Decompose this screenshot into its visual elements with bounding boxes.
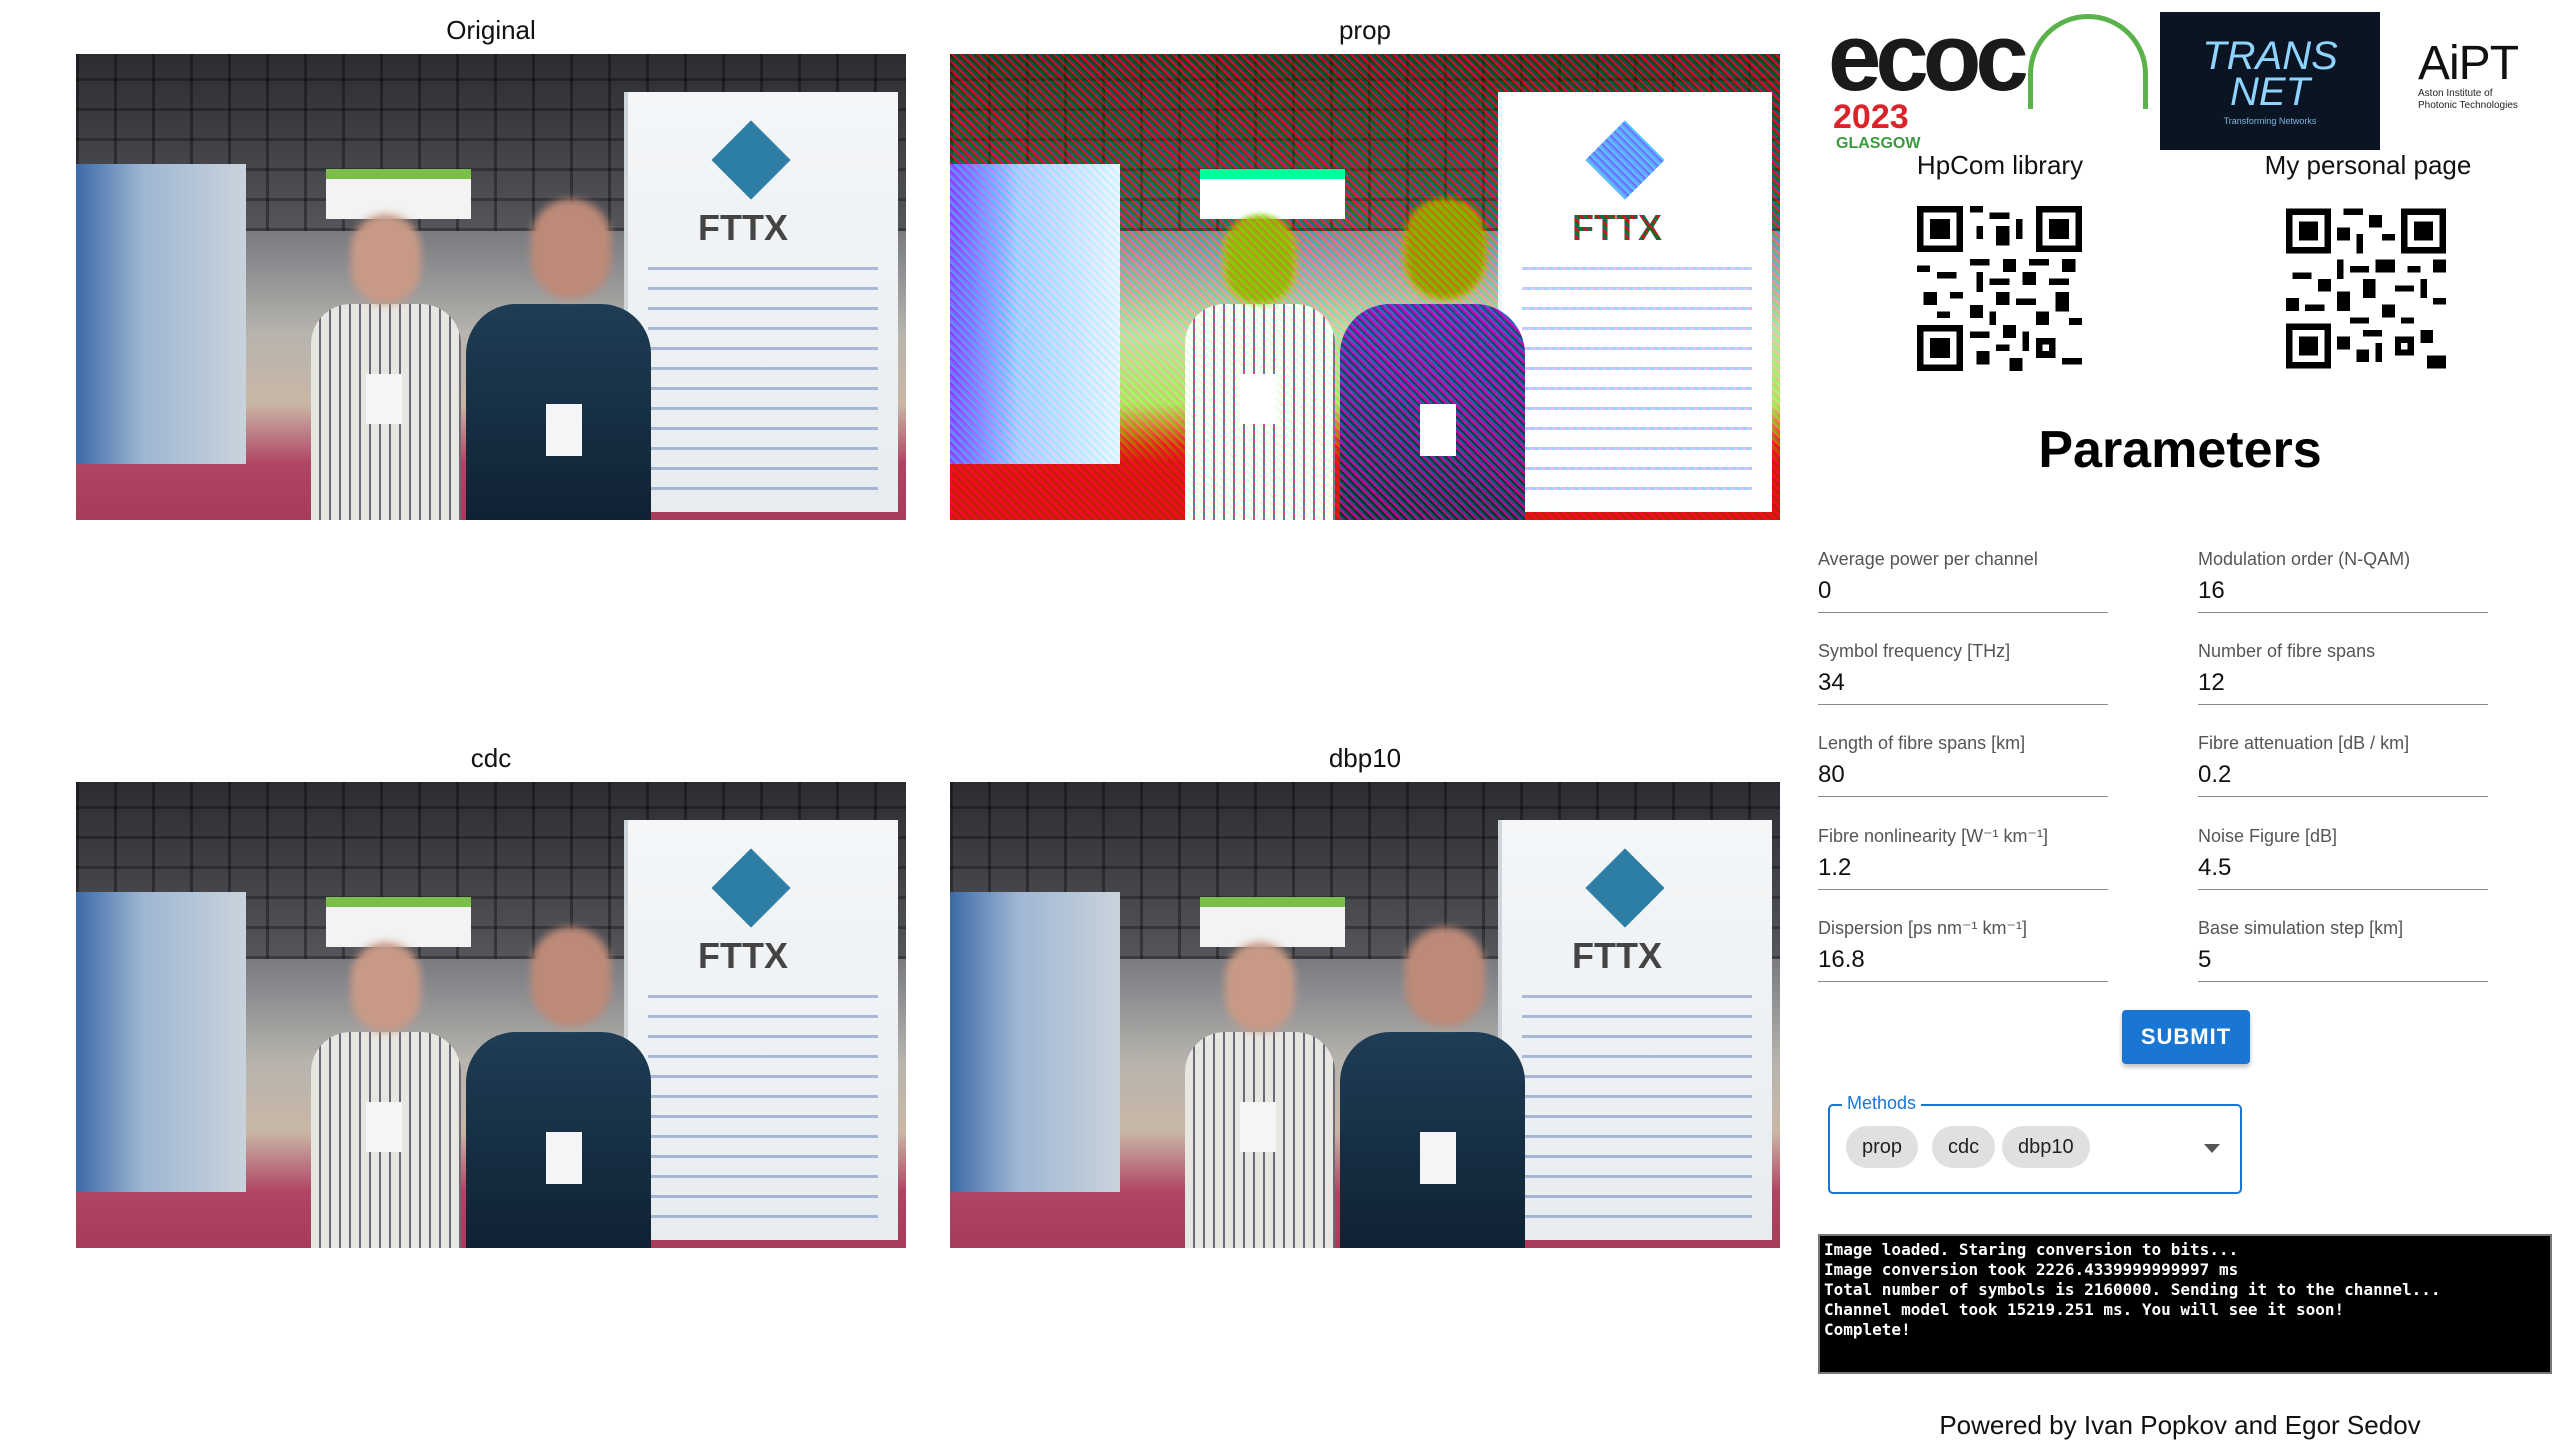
field-label: Base simulation step [km] bbox=[2198, 918, 2404, 938]
field-label: Fibre nonlinearity [W⁻¹ km⁻¹] bbox=[1818, 826, 2049, 846]
methods-select[interactable]: Methods prop cdc dbp10 bbox=[1828, 1093, 2242, 1194]
dispersion-field[interactable]: Dispersion [ps nm⁻¹ km⁻¹] 16.8 bbox=[1818, 917, 2108, 982]
modulation-order-field[interactable]: Modulation order (N-QAM) 16 bbox=[2198, 548, 2488, 613]
panel-title: cdc bbox=[470, 743, 512, 773]
console-log: Image loaded. Staring conversion to bits… bbox=[1818, 1234, 2552, 1374]
sponsor-logos: ecoc 2023 GLASGOW TRANS NET Transforming… bbox=[1828, 10, 2538, 155]
panel-original: Original FTTX bbox=[76, 14, 906, 520]
fibre-attenuation-field[interactable]: Fibre attenuation [dB / km] 0.2 bbox=[2198, 732, 2488, 797]
field-value[interactable]: 12 bbox=[2198, 662, 2488, 705]
field-label: Number of fibre spans bbox=[2198, 641, 2376, 661]
panel-title: prop bbox=[1338, 15, 1392, 45]
fibre-span-length-field[interactable]: Length of fibre spans [km] 80 bbox=[1818, 732, 2108, 797]
qr-label-personal: My personal page bbox=[2264, 150, 2472, 180]
transnet-logo-tagline: Transforming Networks bbox=[2223, 116, 2317, 126]
symbol-frequency-field[interactable]: Symbol frequency [THz] 34 bbox=[1818, 640, 2108, 705]
fibre-nonlinearity-field[interactable]: Fibre nonlinearity [W⁻¹ km⁻¹] 1.2 bbox=[1818, 825, 2108, 890]
original-image: FTTX bbox=[76, 54, 906, 520]
ecoc-logo-year: 2023 bbox=[1833, 98, 1909, 136]
method-chip-cdc[interactable]: cdc bbox=[1932, 1126, 1996, 1168]
console-line: Channel model took 15219.251 ms. You wil… bbox=[1824, 1300, 2345, 1319]
aipt-logo: AiPT Aston Institute of Photonic Technol… bbox=[2418, 40, 2548, 130]
methods-label: Methods bbox=[1842, 1093, 1922, 1114]
field-label: Noise Figure [dB] bbox=[2198, 826, 2338, 846]
chevron-down-icon[interactable] bbox=[2204, 1144, 2220, 1153]
console-line: Image loaded. Staring conversion to bits… bbox=[1824, 1240, 2239, 1259]
method-chip-prop[interactable]: prop bbox=[1846, 1126, 1919, 1168]
field-label: Dispersion [ps nm⁻¹ km⁻¹] bbox=[1818, 918, 2028, 938]
console-line: Complete! bbox=[1824, 1320, 1911, 1339]
aipt-logo-name: AiPT bbox=[2418, 37, 2519, 90]
panel-prop: prop FTTX bbox=[950, 14, 1780, 520]
field-value[interactable]: 16 bbox=[2198, 570, 2488, 613]
personal-page-qr-code[interactable] bbox=[2286, 206, 2446, 371]
field-label: Fibre attenuation [dB / km] bbox=[2198, 733, 2410, 753]
panel-cdc: cdc FTTX bbox=[76, 742, 906, 1248]
field-value[interactable]: 5 bbox=[2198, 939, 2488, 982]
dbp10-image: FTTX bbox=[950, 782, 1780, 1248]
library-qr-code[interactable] bbox=[1917, 206, 2082, 371]
ecoc-logo-word: ecoc bbox=[1828, 4, 2029, 111]
qr-label-library: HpCom library bbox=[1916, 150, 2084, 180]
bridge-arch-icon bbox=[2028, 14, 2148, 109]
submit-button[interactable]: SUBMIT bbox=[2122, 1010, 2250, 1064]
cdc-image: FTTX bbox=[76, 782, 906, 1248]
transnet-logo-line2: NET bbox=[2230, 70, 2310, 114]
field-label: Length of fibre spans [km] bbox=[1818, 733, 2026, 753]
fibre-spans-count-field[interactable]: Number of fibre spans 12 bbox=[2198, 640, 2488, 705]
field-value[interactable]: 0 bbox=[1818, 570, 2108, 613]
ecoc-logo: ecoc 2023 GLASGOW bbox=[1828, 4, 2148, 155]
panel-title: Original bbox=[446, 15, 536, 45]
field-value[interactable]: 34 bbox=[1818, 662, 2108, 705]
panel-title: dbp10 bbox=[1328, 743, 1402, 773]
transnet-logo: TRANS NET Transforming Networks bbox=[2160, 12, 2380, 150]
panel-dbp10: dbp10 FTTX bbox=[950, 742, 1780, 1248]
console-line: Total number of symbols is 2160000. Send… bbox=[1824, 1280, 2441, 1299]
aipt-logo-subtitle-1: Aston Institute of bbox=[2418, 88, 2493, 99]
field-value[interactable]: 80 bbox=[1818, 754, 2108, 797]
simulation-step-field[interactable]: Base simulation step [km] 5 bbox=[2198, 917, 2488, 982]
method-chip-dbp10[interactable]: dbp10 bbox=[2002, 1126, 2090, 1168]
field-label: Symbol frequency [THz] bbox=[1818, 641, 2011, 661]
field-value[interactable]: 4.5 bbox=[2198, 847, 2488, 890]
footer-credits: Powered by Ivan Popkov and Egor Sedov bbox=[1939, 1410, 2421, 1440]
field-label: Modulation order (N-QAM) bbox=[2198, 549, 2411, 569]
field-value[interactable]: 1.2 bbox=[1818, 847, 2108, 890]
average-power-field[interactable]: Average power per channel 0 bbox=[1818, 548, 2108, 613]
prop-image: FTTX bbox=[950, 54, 1780, 520]
parameters-title: Parameters bbox=[2038, 421, 2322, 479]
field-value[interactable]: 0.2 bbox=[2198, 754, 2488, 797]
noise-figure-field[interactable]: Noise Figure [dB] 4.5 bbox=[2198, 825, 2488, 890]
console-line: Image conversion took 2226.4339999999997… bbox=[1824, 1260, 2239, 1279]
field-label: Average power per channel bbox=[1818, 549, 2038, 569]
aipt-logo-subtitle-2: Photonic Technologies bbox=[2418, 100, 2518, 111]
field-value[interactable]: 16.8 bbox=[1818, 939, 2108, 982]
